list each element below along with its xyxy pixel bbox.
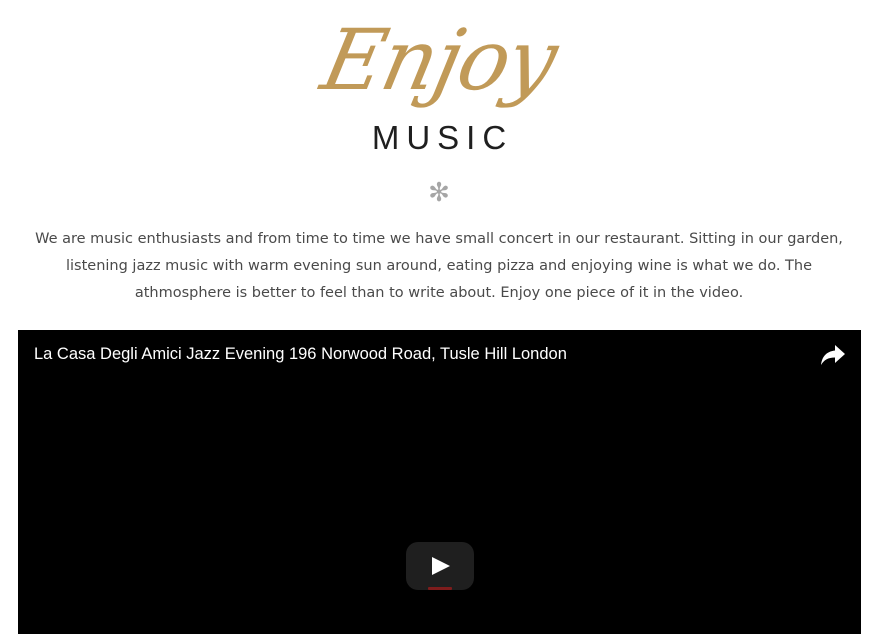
share-icon <box>821 345 845 365</box>
play-button-accent <box>428 587 452 590</box>
music-caps-title: MUSIC <box>371 119 514 156</box>
video-title-link[interactable]: La Casa Degli Amici Jazz Evening 196 Nor… <box>34 343 567 365</box>
play-icon <box>432 557 450 575</box>
enjoy-script-title: Enjoy <box>313 11 565 109</box>
share-button[interactable] <box>819 342 847 368</box>
play-button[interactable] <box>406 542 474 590</box>
divider-asterisk-icon: ✻ <box>428 178 450 208</box>
intro-paragraph: We are music enthusiasts and from time t… <box>35 231 843 301</box>
video-player[interactable]: La Casa Degli Amici Jazz Evening 196 Nor… <box>18 330 861 634</box>
